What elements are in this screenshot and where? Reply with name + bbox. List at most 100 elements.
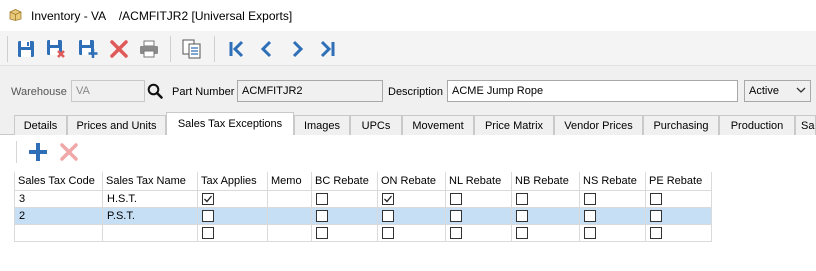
column-header-ns-rebate[interactable]: NS Rebate [580, 172, 646, 191]
sales-tax-code-cell[interactable] [14, 225, 103, 242]
tab-movement[interactable]: Movement [402, 115, 474, 135]
tab-purchasing[interactable]: Purchasing [643, 115, 719, 135]
tax-applies-checkbox-cell[interactable] [198, 225, 268, 242]
column-header-sales-tax-code[interactable]: Sales Tax Code [14, 172, 103, 191]
search-icon[interactable] [147, 83, 163, 99]
column-header-pe-rebate[interactable]: PE Rebate [646, 172, 712, 191]
status-select[interactable]: Active [744, 80, 811, 102]
on-rebate-checkbox-cell[interactable] [378, 191, 446, 208]
last-record-button[interactable] [315, 37, 339, 61]
column-header-on-rebate[interactable]: ON Rebate [378, 172, 446, 191]
ns-rebate-checkbox[interactable] [584, 193, 596, 205]
nl-rebate-checkbox-cell[interactable] [446, 225, 512, 242]
column-header-tax-applies[interactable]: Tax Applies [198, 172, 268, 191]
previous-record-icon [260, 40, 272, 58]
nl-rebate-checkbox[interactable] [450, 227, 462, 239]
pe-rebate-checkbox[interactable] [650, 193, 662, 205]
sales-tax-name-cell[interactable]: H.S.T. [103, 191, 198, 208]
tab-prices-and-units[interactable]: Prices and Units [67, 115, 166, 135]
ns-rebate-checkbox[interactable] [584, 210, 596, 222]
nl-rebate-checkbox-cell[interactable] [446, 208, 512, 225]
on-rebate-checkbox-cell[interactable] [378, 208, 446, 225]
on-rebate-checkbox[interactable] [382, 193, 394, 205]
nl-rebate-checkbox-cell[interactable] [446, 191, 512, 208]
save-and-delete-button[interactable] [44, 37, 68, 61]
nb-rebate-checkbox-cell[interactable] [512, 191, 580, 208]
ns-rebate-checkbox-cell[interactable] [580, 191, 646, 208]
next-record-button[interactable] [285, 37, 309, 61]
warehouse-field[interactable]: VA [71, 80, 145, 102]
tab-sales-tax-exceptions[interactable]: Sales Tax Exceptions [166, 112, 294, 136]
checkmark-icon [384, 195, 393, 203]
on-rebate-checkbox-cell[interactable] [378, 225, 446, 242]
tab-price-matrix[interactable]: Price Matrix [474, 115, 554, 135]
column-header-nl-rebate[interactable]: NL Rebate [446, 172, 512, 191]
column-header-bc-rebate[interactable]: BC Rebate [312, 172, 378, 191]
memo-cell[interactable] [268, 191, 312, 208]
bc-rebate-checkbox[interactable] [316, 227, 328, 239]
bc-rebate-checkbox-cell[interactable] [312, 191, 378, 208]
tab-upcs[interactable]: UPCs [350, 115, 402, 135]
tab-production[interactable]: Production [719, 115, 795, 135]
pe-rebate-checkbox-cell[interactable] [646, 225, 712, 242]
tax-applies-checkbox-cell[interactable] [198, 191, 268, 208]
nb-rebate-checkbox[interactable] [516, 193, 528, 205]
ns-rebate-checkbox-cell[interactable] [580, 208, 646, 225]
nb-rebate-checkbox[interactable] [516, 227, 528, 239]
on-rebate-checkbox[interactable] [382, 227, 394, 239]
bc-rebate-checkbox-cell[interactable] [312, 225, 378, 242]
tab-sales-partial[interactable]: Sa [795, 115, 816, 135]
bc-rebate-checkbox-cell[interactable] [312, 208, 378, 225]
nl-rebate-checkbox[interactable] [450, 193, 462, 205]
on-rebate-checkbox[interactable] [382, 210, 394, 222]
tax-applies-checkbox[interactable] [202, 210, 214, 222]
tab-details[interactable]: Details [14, 115, 67, 135]
sales-tax-code-cell[interactable]: 2 [14, 208, 103, 225]
nb-rebate-checkbox[interactable] [516, 210, 528, 222]
pe-rebate-checkbox-cell[interactable] [646, 208, 712, 225]
chevron-down-icon [796, 87, 806, 93]
tab-vendor-prices[interactable]: Vendor Prices [554, 115, 643, 135]
add-row-button[interactable] [28, 142, 48, 162]
save-button[interactable] [14, 37, 38, 61]
memo-cell[interactable] [268, 225, 312, 242]
bc-rebate-checkbox[interactable] [316, 193, 328, 205]
ns-rebate-checkbox[interactable] [584, 227, 596, 239]
pe-rebate-checkbox[interactable] [650, 227, 662, 239]
save-and-new-icon [79, 40, 98, 58]
copy-button[interactable] [180, 37, 204, 61]
description-field[interactable]: ACME Jump Rope [447, 80, 738, 102]
pe-rebate-checkbox[interactable] [650, 210, 662, 222]
previous-record-button[interactable] [255, 37, 279, 61]
tax-applies-checkbox[interactable] [202, 227, 214, 239]
sales-tax-name-cell[interactable]: P.S.T. [103, 208, 198, 225]
panel-toolbar [0, 135, 816, 168]
pe-rebate-checkbox-cell[interactable] [646, 191, 712, 208]
toolbar-separator [214, 36, 215, 62]
remove-row-button[interactable] [60, 143, 78, 161]
first-record-button[interactable] [225, 37, 249, 61]
sales-tax-exceptions-panel: Sales Tax Code Sales Tax Name Tax Applie… [0, 135, 816, 271]
column-header-nb-rebate[interactable]: NB Rebate [512, 172, 580, 191]
sales-tax-code-cell[interactable]: 3 [14, 191, 103, 208]
print-button[interactable] [137, 37, 161, 61]
tax-applies-checkbox-cell[interactable] [198, 208, 268, 225]
description-label: Description [388, 86, 444, 98]
memo-cell[interactable] [268, 208, 312, 225]
ns-rebate-checkbox-cell[interactable] [580, 225, 646, 242]
tab-images[interactable]: Images [294, 115, 350, 135]
nl-rebate-checkbox[interactable] [450, 210, 462, 222]
add-icon [29, 143, 47, 161]
column-header-memo[interactable]: Memo [268, 172, 312, 191]
column-header-sales-tax-name[interactable]: Sales Tax Name [103, 172, 198, 191]
tax-applies-checkbox[interactable] [202, 193, 214, 205]
toolbar-separator [16, 141, 17, 163]
bc-rebate-checkbox[interactable] [316, 210, 328, 222]
tab-bar: Details Prices and Units Sales Tax Excep… [0, 112, 816, 136]
nb-rebate-checkbox-cell[interactable] [512, 225, 580, 242]
nb-rebate-checkbox-cell[interactable] [512, 208, 580, 225]
sales-tax-name-cell[interactable] [103, 225, 198, 242]
delete-button[interactable] [107, 37, 131, 61]
part-number-field[interactable]: ACMFITJR2 [237, 80, 383, 102]
save-and-new-button[interactable] [76, 37, 100, 61]
